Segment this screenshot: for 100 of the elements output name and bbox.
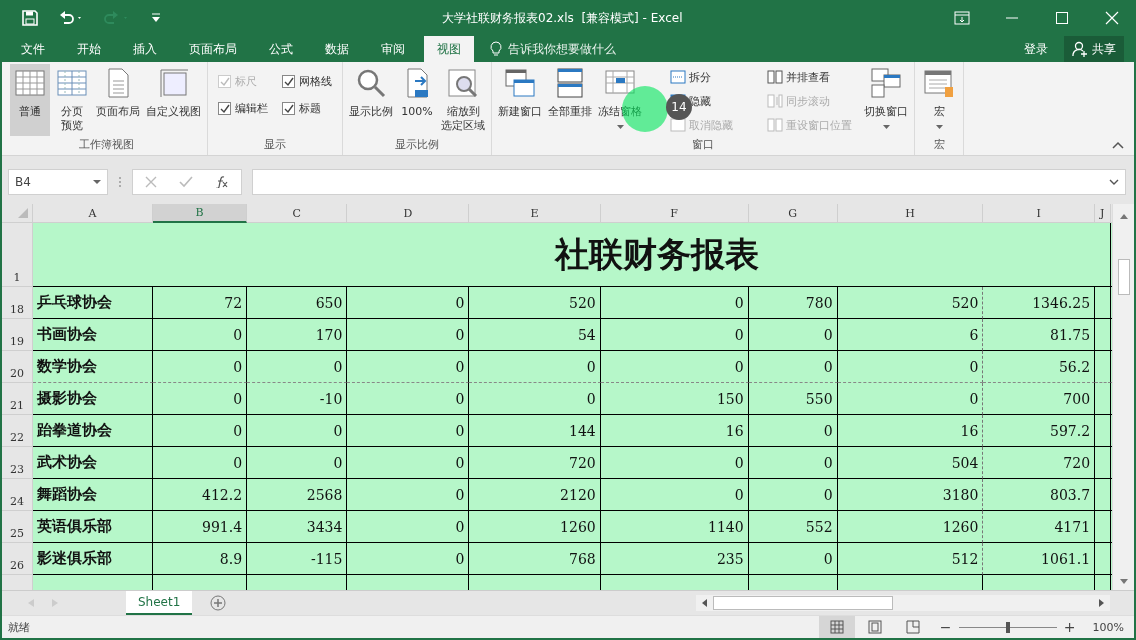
table-cell: 504 — [837, 447, 984, 479]
row-header[interactable]: 24 — [2, 479, 33, 511]
row-header[interactable]: 22 — [2, 415, 33, 447]
menu-tab[interactable]: 页面布局 — [176, 36, 250, 62]
table-cell: 0 — [469, 383, 601, 415]
ribbon-button[interactable]: 切换窗口 — [862, 64, 910, 136]
column-header[interactable]: D — [347, 204, 470, 223]
maximize-icon[interactable] — [1054, 10, 1070, 26]
zoom-level[interactable]: 100% — [1092, 620, 1124, 634]
person-add-icon — [1072, 41, 1088, 57]
scroll-down-icon[interactable] — [1119, 579, 1128, 584]
scroll-right-icon[interactable] — [1099, 599, 1104, 607]
ribbon-button[interactable]: 全部重排 — [546, 64, 594, 136]
column-header[interactable]: F — [600, 204, 749, 223]
table-cell: 1061.1 — [983, 543, 1096, 575]
windows-icon — [504, 67, 536, 99]
ribbon-button[interactable]: 宏 — [919, 64, 959, 136]
function-icon[interactable] — [215, 176, 229, 188]
menu-tab[interactable]: 审阅 — [368, 36, 418, 62]
zoom-out-button[interactable]: − — [938, 619, 953, 635]
table-cell: 0 — [837, 351, 984, 383]
column-header[interactable]: E — [469, 204, 601, 223]
ribbon-button[interactable]: 页面布局 — [94, 64, 142, 136]
row-header[interactable]: 1 — [2, 223, 33, 287]
customize-icon[interactable] — [150, 12, 162, 24]
table-cell: 700 — [983, 383, 1096, 415]
checkbox[interactable]: 标题 — [282, 101, 332, 116]
menu-tab[interactable]: 视图 — [424, 36, 474, 62]
table-cell: 0 — [748, 543, 838, 575]
group-label: 显示比例 — [394, 137, 440, 153]
table-cell: 56.2 — [983, 351, 1096, 383]
row-header[interactable]: 18 — [2, 287, 33, 319]
ribbon-button[interactable]: 自定义视图 — [144, 64, 203, 136]
ribbon-button[interactable]: 并排查看 — [765, 66, 854, 88]
ribbon-button[interactable]: 100% — [397, 64, 437, 136]
column-header[interactable]: I — [983, 204, 1096, 223]
share-button[interactable]: 共享 — [1064, 36, 1124, 62]
frame-icon — [157, 67, 190, 99]
menu-tab[interactable]: 插入 — [120, 36, 170, 62]
table-cell: 550 — [748, 383, 838, 415]
view-button[interactable] — [818, 616, 855, 638]
sign-in-link[interactable]: 登录 — [1018, 36, 1054, 62]
drag-handle-icon[interactable] — [118, 176, 122, 188]
close-icon[interactable] — [1104, 10, 1120, 26]
checkbox[interactable]: 网格线 — [282, 74, 332, 89]
row-header[interactable]: 21 — [2, 383, 33, 415]
table-cell: 舞蹈协会 — [33, 479, 153, 511]
save-icon[interactable] — [22, 10, 38, 26]
table-cell: 170 — [247, 319, 348, 351]
tell-me-field[interactable]: 告诉我你想要做什么 — [506, 41, 656, 57]
column-header[interactable]: C — [247, 204, 348, 223]
menu-tab[interactable]: 文件 — [8, 36, 58, 62]
row-header[interactable]: 25 — [2, 511, 33, 543]
zoom-slider[interactable] — [1005, 621, 1010, 633]
row-header[interactable]: 26 — [2, 543, 33, 575]
expand-icon[interactable] — [1109, 179, 1119, 185]
scroll-left-icon[interactable] — [702, 599, 707, 607]
checkbox[interactable]: 编辑栏 — [218, 101, 268, 116]
page-break-icon — [905, 620, 920, 634]
name-box[interactable]: B4 — [8, 169, 108, 195]
table-cell: 0 — [347, 543, 470, 575]
column-header[interactable]: H — [837, 204, 984, 223]
table-cell: 150 — [600, 383, 749, 415]
ribbon-display-icon[interactable] — [954, 10, 970, 26]
ribbon-button[interactable]: 分页 预览 — [52, 64, 92, 136]
horizontal-scrollbar[interactable] — [696, 595, 1110, 611]
page-layout-icon — [867, 620, 882, 634]
ribbon-button: 重设窗口位置 — [765, 114, 854, 136]
table-cell: 520 — [837, 287, 984, 319]
ribbon-button[interactable]: 缩放到 选定区域 — [439, 64, 487, 136]
row-header[interactable]: 23 — [2, 447, 33, 479]
checkmark-icon — [283, 76, 294, 87]
ribbon-button[interactable]: 普通 — [10, 64, 50, 136]
column-header[interactable]: A — [33, 204, 153, 223]
menu-tab[interactable]: 开始 — [64, 36, 114, 62]
column-header[interactable]: G — [748, 204, 838, 223]
zoom-selection-icon — [447, 67, 479, 99]
row-header[interactable]: 20 — [2, 351, 33, 383]
sheet-title: 社联财务报表 — [33, 223, 1096, 287]
sheet-tab[interactable]: Sheet1 — [126, 591, 193, 615]
table-cell: 0 — [600, 351, 749, 383]
scroll-thumb[interactable] — [713, 596, 893, 610]
collapse-ribbon-icon[interactable] — [1112, 141, 1124, 149]
table-cell: 0 — [748, 415, 838, 447]
add-sheet-icon[interactable] — [210, 595, 227, 611]
scroll-up-icon[interactable] — [1119, 214, 1128, 219]
ribbon-button[interactable]: 拆分 — [668, 66, 735, 88]
column-header[interactable]: B — [152, 204, 248, 223]
zoom-in-button[interactable]: + — [1062, 619, 1077, 635]
ribbon-button[interactable]: 新建窗口 — [496, 64, 544, 136]
scroll-thumb[interactable] — [1117, 259, 1130, 295]
ribbon-button[interactable]: 显示比例 — [347, 64, 395, 136]
vertical-scrollbar[interactable] — [1112, 204, 1134, 590]
undo-icon[interactable] — [58, 10, 84, 26]
row-header[interactable]: 19 — [2, 319, 33, 351]
table-cell: 书画协会 — [33, 319, 153, 351]
menu-tab[interactable]: 公式 — [256, 36, 306, 62]
formula-field[interactable] — [252, 169, 1126, 195]
menu-tab[interactable]: 数据 — [312, 36, 362, 62]
column-header[interactable]: J — [1095, 204, 1111, 223]
